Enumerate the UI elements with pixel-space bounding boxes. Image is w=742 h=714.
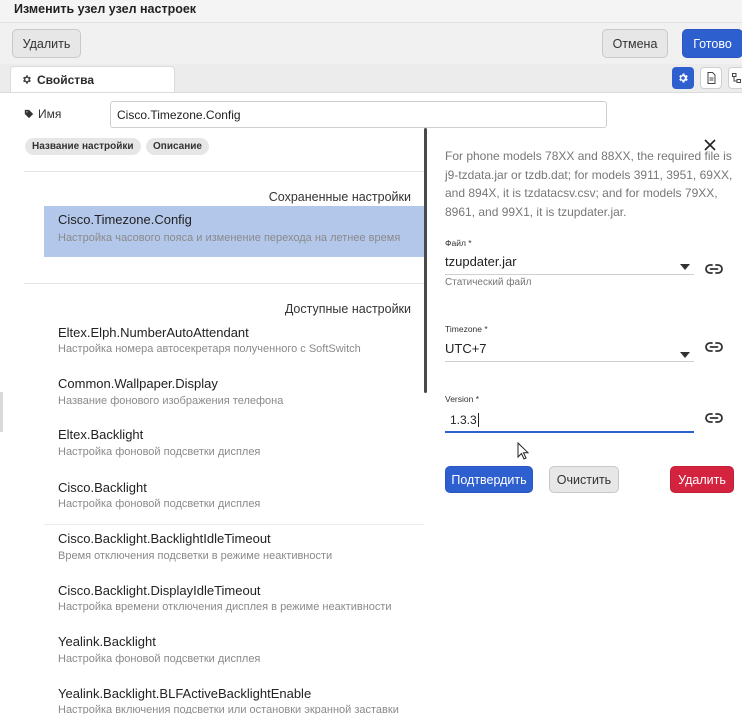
setting-subtitle: Настройка фоновой подсветки дисплея bbox=[58, 446, 261, 458]
setting-subtitle: Время отключения подсветки в режиме неак… bbox=[58, 550, 333, 562]
link-icon[interactable] bbox=[705, 411, 723, 423]
available-setting-item[interactable]: Common.Wallpaper.Display Название фоново… bbox=[44, 370, 424, 421]
timezone-value: UTC+7 bbox=[445, 341, 487, 356]
timezone-select[interactable]: UTC+7 bbox=[445, 341, 694, 362]
available-setting-item[interactable]: Eltex.Elph.NumberAutoAttendant Настройка… bbox=[44, 319, 424, 370]
delete-setting-button[interactable]: Удалить bbox=[670, 466, 734, 493]
divider bbox=[24, 283, 424, 284]
chevron-down-icon bbox=[680, 346, 690, 361]
file-select[interactable]: tzupdater.jar bbox=[445, 254, 694, 275]
chevron-down-icon bbox=[680, 258, 690, 273]
text-cursor bbox=[477, 413, 479, 427]
name-label: Имя bbox=[24, 107, 61, 121]
cancel-button[interactable]: Отмена bbox=[602, 29, 668, 58]
tab-properties-label: Свойства bbox=[37, 72, 95, 87]
setting-subtitle: Настройка фоновой подсветки дисплея bbox=[58, 498, 261, 510]
link-icon[interactable] bbox=[705, 340, 723, 352]
version-value: 1.3.3 bbox=[450, 413, 477, 427]
available-setting-item[interactable]: Cisco.Backlight.BacklightIdleTimeout Вре… bbox=[44, 525, 424, 576]
chip-setting-name[interactable]: Название настройки bbox=[25, 138, 141, 155]
name-label-text: Имя bbox=[38, 107, 62, 121]
available-settings-heading: Доступные настройки bbox=[284, 302, 411, 316]
saved-setting-title: Cisco.Timezone.Config bbox=[58, 212, 192, 227]
link-icon[interactable] bbox=[705, 262, 723, 274]
diagram-icon bbox=[731, 72, 742, 84]
settings-view-button[interactable] bbox=[672, 67, 694, 89]
confirm-button[interactable]: Подтвердить bbox=[445, 466, 533, 493]
setting-title: Eltex.Backlight bbox=[58, 427, 144, 442]
setting-title: Eltex.Elph.NumberAutoAttendant bbox=[58, 325, 249, 340]
available-setting-item[interactable]: Yealink.Backlight.BLFActiveBacklightEnab… bbox=[44, 680, 424, 714]
chip-description[interactable]: Описание bbox=[146, 138, 209, 155]
name-input[interactable]: Cisco.Timezone.Config bbox=[110, 101, 607, 128]
setting-subtitle: Настройка включения подсветки или остано… bbox=[58, 704, 399, 714]
setting-title: Yealink.Backlight bbox=[58, 634, 156, 649]
resize-handle[interactable] bbox=[0, 392, 3, 432]
available-setting-item[interactable]: Cisco.Backlight.DisplayIdleTimeout Настр… bbox=[44, 577, 424, 628]
timezone-label: Timezone * bbox=[445, 324, 488, 334]
setting-title: Cisco.Backlight.DisplayIdleTimeout bbox=[58, 583, 261, 598]
available-setting-item[interactable]: Yealink.Backlight Настройка фоновой подс… bbox=[44, 628, 424, 679]
scrollbar[interactable] bbox=[424, 128, 427, 393]
saved-settings-heading: Сохраненные настройки bbox=[268, 190, 411, 204]
setting-subtitle: Настройка фоновой подсветки дисплея bbox=[58, 653, 261, 665]
setting-title: Yealink.Backlight.BLFActiveBacklightEnab… bbox=[58, 686, 312, 701]
gear-icon bbox=[677, 72, 689, 84]
clear-button[interactable]: Очистить bbox=[549, 466, 619, 493]
version-input[interactable]: 1.3.3 bbox=[445, 409, 694, 433]
delete-node-button[interactable]: Удалить bbox=[12, 29, 81, 58]
available-setting-item[interactable]: Eltex.Backlight Настройка фоновой подсве… bbox=[44, 421, 424, 472]
tab-properties[interactable]: Свойства bbox=[10, 66, 175, 92]
gear-icon bbox=[21, 74, 32, 85]
setting-subtitle: Название фонового изображения телефона bbox=[58, 395, 284, 407]
document-icon bbox=[706, 72, 717, 84]
setting-subtitle: Настройка времени отключения дисплея в р… bbox=[58, 601, 392, 613]
setting-title: Cisco.Backlight bbox=[58, 480, 147, 495]
file-label: Файл * bbox=[445, 238, 472, 248]
available-setting-item[interactable]: Cisco.Backlight Настройка фоновой подсве… bbox=[44, 473, 424, 525]
document-view-button[interactable] bbox=[700, 67, 722, 89]
saved-setting-subtitle: Настройка часового пояса и изменение пер… bbox=[58, 232, 401, 244]
setting-subtitle: Настройка номера автосекретаря полученно… bbox=[58, 343, 361, 355]
saved-setting-item[interactable]: Cisco.Timezone.Config Настройка часового… bbox=[44, 206, 424, 257]
file-value: tzupdater.jar bbox=[445, 254, 517, 269]
tag-icon bbox=[24, 109, 34, 119]
version-label: Version * bbox=[445, 394, 480, 404]
done-button[interactable]: Готово bbox=[682, 29, 742, 58]
divider bbox=[24, 171, 424, 172]
diagram-view-button[interactable] bbox=[728, 67, 742, 89]
setting-title: Common.Wallpaper.Display bbox=[58, 376, 218, 391]
setting-title: Cisco.Backlight.BacklightIdleTimeout bbox=[58, 531, 271, 546]
mouse-pointer-icon bbox=[517, 441, 530, 465]
dialog-title: Изменить узел узел настроек bbox=[14, 2, 197, 16]
setting-description: For phone models 78XX and 88XX, the requ… bbox=[445, 149, 733, 219]
file-helper: Статический файл bbox=[445, 277, 532, 288]
